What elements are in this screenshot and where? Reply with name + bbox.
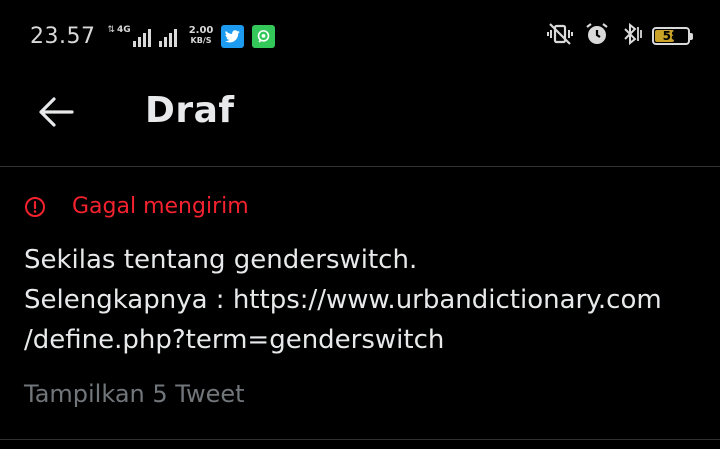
network-type: 4G [117, 25, 131, 35]
send-failed-label: Gagal mengirim [72, 194, 249, 219]
arrow-left-icon [39, 97, 74, 127]
net-speed: 2.00 KB/S [189, 26, 214, 46]
battery-level: 58 [662, 29, 680, 43]
page-title: Draf [145, 90, 235, 131]
signal-bars-icon-2 [158, 29, 177, 47]
status-bar: 23.57 ⇅ 4G 2.00 KB/S 58 [0, 0, 720, 72]
messaging-app-icon [252, 24, 276, 48]
net-speed-value: 2.00 [188, 25, 214, 36]
net-speed-unit: KB/S [190, 36, 212, 45]
draft-text: Sekilas tentang genderswitch. Selengkapn… [24, 245, 662, 355]
alarm-icon [584, 21, 610, 51]
top-app-bar: Draf [0, 72, 720, 167]
status-bar-right: 58 [545, 21, 693, 51]
vibrate-icon [545, 22, 575, 50]
network-indicator: ⇅ 4G [107, 25, 177, 47]
bluetooth-icon [619, 22, 643, 50]
data-activity-icon: ⇅ [107, 25, 116, 35]
screen: 23.57 ⇅ 4G 2.00 KB/S 58 Draf Gagal mengi… [0, 0, 720, 449]
battery-icon: 58 [652, 27, 693, 45]
alert-circle-icon [24, 196, 46, 218]
signal-bars-icon [132, 29, 151, 47]
show-thread-link[interactable]: Tampilkan 5 Tweet [24, 380, 245, 408]
status-time: 23.57 [30, 23, 96, 49]
twitter-app-icon [221, 24, 245, 48]
draft-list-item[interactable]: Gagal mengirim Sekilas tentang genderswi… [0, 168, 720, 440]
back-button[interactable] [30, 92, 82, 132]
send-failed-row: Gagal mengirim [24, 194, 249, 219]
status-bar-left: 23.57 ⇅ 4G 2.00 KB/S [30, 23, 276, 49]
